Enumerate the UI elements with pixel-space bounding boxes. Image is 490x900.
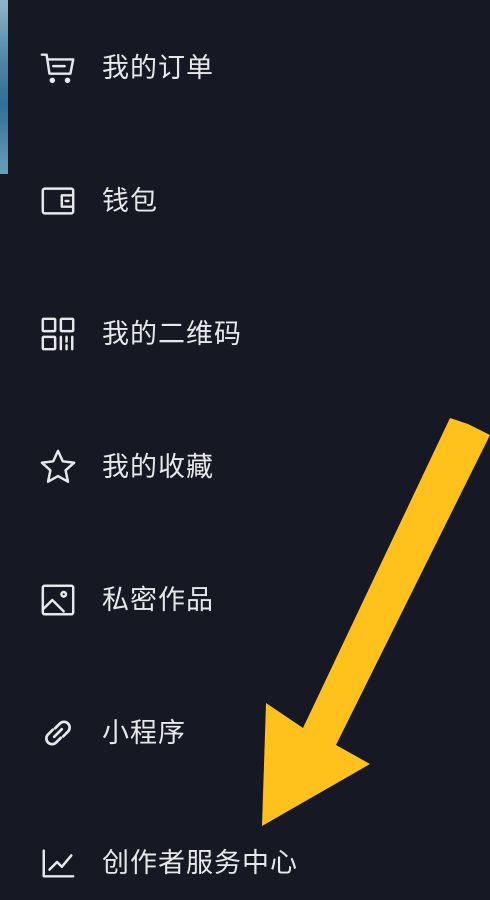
menu-item-label: 小程序 (102, 717, 186, 749)
menu-item-label: 我的二维码 (102, 318, 242, 350)
menu-item-private-works[interactable]: 私密作品 (0, 563, 490, 637)
menu-item-label: 钱包 (102, 185, 158, 217)
cart-icon (38, 48, 78, 88)
menu-item-favorites[interactable]: 我的收藏 (0, 430, 490, 504)
menu-item-mini-programs[interactable]: 小程序 (0, 696, 490, 770)
chart-trend-icon (38, 843, 78, 883)
menu-item-orders[interactable]: 我的订单 (0, 31, 490, 105)
side-menu: 我的订单 钱包 我的二维码 我的收藏 私密作品 小程序 创作者服务中心 (0, 0, 490, 885)
menu-item-label: 我的订单 (102, 52, 214, 84)
star-icon (38, 447, 78, 487)
menu-item-label: 我的收藏 (102, 451, 214, 483)
wallet-icon (38, 181, 78, 221)
menu-item-qr-code[interactable]: 我的二维码 (0, 297, 490, 371)
link-icon (38, 713, 78, 753)
qr-code-icon (38, 314, 78, 354)
menu-item-label: 创作者服务中心 (102, 847, 298, 879)
menu-item-wallet[interactable]: 钱包 (0, 164, 490, 238)
menu-item-creator-center[interactable]: 创作者服务中心 (0, 826, 490, 900)
private-photo-icon (38, 580, 78, 620)
menu-item-label: 私密作品 (102, 584, 214, 616)
